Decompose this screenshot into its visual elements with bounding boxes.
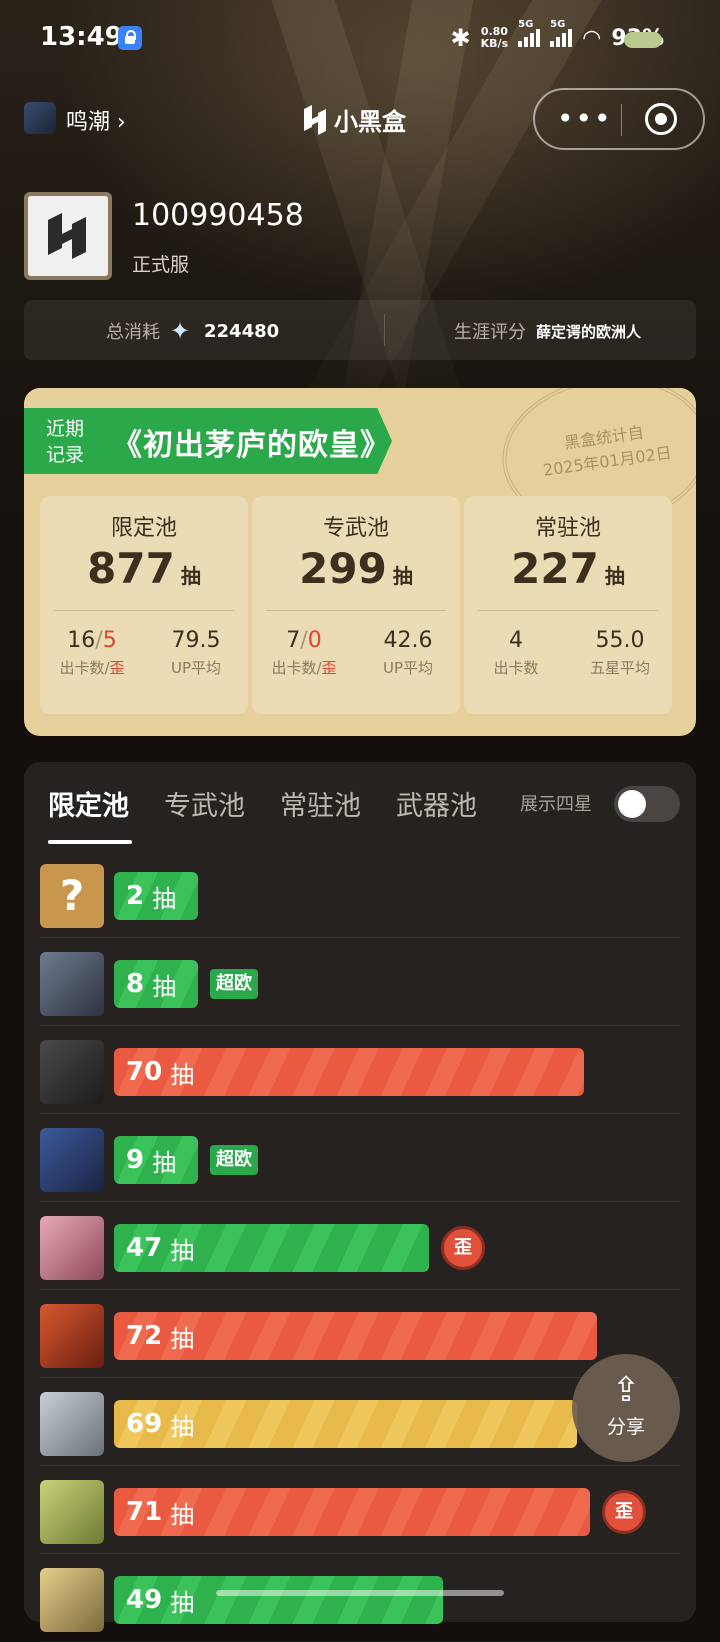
character-avatar <box>40 1040 104 1104</box>
pull-count-bar: 9抽 <box>114 1136 198 1184</box>
pull-count: 47 <box>126 1233 163 1263</box>
clock: 13:49 <box>40 22 123 52</box>
recent-record-card: 黑盒统计自 2025年01月02日 近期 记录 《初出茅庐的欧皇》 限定池 87… <box>24 388 696 736</box>
character-avatar <box>40 1216 104 1280</box>
pull-count-bar: 72 抽 <box>114 1312 597 1360</box>
pull-unit: 抽 <box>152 1148 177 1177</box>
wifi-icon: ◠ <box>582 25 602 51</box>
divider <box>384 314 385 346</box>
pull-count-bar: 71 抽 <box>114 1488 590 1536</box>
more-icon[interactable]: ••• <box>557 102 613 135</box>
pull-count: 49 <box>126 1585 163 1615</box>
pull-unit: 抽 <box>170 1324 195 1353</box>
pool-summary-standard: 常驻池 227 抽 4 出卡数 55.0 五星平均 <box>464 496 672 714</box>
career-label: 生涯评分 <box>454 322 526 343</box>
pool-tabs: 限定池 专武池 常驻池 武器池 展示四星 <box>24 762 696 852</box>
pull-count: 72 <box>126 1321 163 1351</box>
astrite-icon: ✦ <box>170 317 191 345</box>
total-value: 224480 <box>204 320 280 342</box>
character-avatar <box>40 1392 104 1456</box>
tab-weapon-pool[interactable]: 武器池 <box>396 784 477 823</box>
career-value: 薛定谔的欧洲人 <box>536 322 642 341</box>
user-avatar <box>24 192 112 280</box>
pull-row: 8 抽超欧 <box>40 938 680 1026</box>
pull-row: 72 抽 <box>40 1290 680 1378</box>
character-avatar <box>40 1128 104 1192</box>
tab-standard[interactable]: 常驻池 <box>280 784 361 823</box>
character-avatar <box>40 1304 104 1368</box>
user-id: 100990458 <box>132 198 304 233</box>
four-star-toggle[interactable] <box>614 786 680 822</box>
pull-unit: 抽 <box>170 1588 195 1617</box>
home-indicator <box>216 1590 504 1596</box>
pull-count: 69 <box>126 1409 163 1439</box>
total-label: 总消耗 <box>106 322 160 343</box>
pull-count-bar: 47 抽 <box>114 1224 429 1272</box>
signal-icon: 5G <box>550 19 573 47</box>
pull-count-bar: 70 抽 <box>114 1048 584 1096</box>
share-button[interactable]: ⇪ 分享 <box>572 1354 680 1462</box>
character-avatar <box>40 1568 104 1632</box>
lucky-badge: 超欧 <box>210 969 258 999</box>
achievement-title: 《初出茅庐的欧皇》 <box>112 428 391 463</box>
off-banner-badge: 歪 <box>602 1490 646 1534</box>
pull-count-bar: 49 抽 <box>114 1576 443 1624</box>
pull-unit: 抽 <box>170 1236 195 1265</box>
pull-row: 49 抽 <box>40 1554 680 1642</box>
character-avatar <box>40 1480 104 1544</box>
title-ribbon: 近期 记录 《初出茅庐的欧皇》 <box>24 408 412 474</box>
pull-row: ? 2 抽 <box>40 850 680 938</box>
pool-summary-weapon: 专武池 299 抽 7/0 出卡数/歪 42.6 UP平均 <box>252 496 460 714</box>
pull-unit: 抽 <box>170 1500 195 1529</box>
pull-count-bar: 2抽 <box>114 872 198 920</box>
weather-icon <box>624 32 662 48</box>
four-star-label: 展示四星 <box>520 794 592 815</box>
bluetooth-icon: ✱ <box>450 24 471 52</box>
pull-unit: 抽 <box>152 972 177 1001</box>
chevron-right-icon: › <box>117 110 126 135</box>
tab-limited[interactable]: 限定池 <box>48 784 129 823</box>
server-name: 正式服 <box>132 254 190 276</box>
recent-tag: 近期 记录 <box>46 418 85 466</box>
summary-bar: 总消耗 ✦ 224480 生涯评分 薛定谔的欧洲人 <box>24 300 696 360</box>
pull-row: 71 抽歪 <box>40 1466 680 1554</box>
pull-count-bar: 8抽 <box>114 960 198 1008</box>
capsule-divider <box>621 104 622 136</box>
off-banner-badge: 歪 <box>441 1226 485 1270</box>
status-bar: 13:49 ✱ 0.80 KB/s 5G 5G ◠ 93% <box>0 0 720 80</box>
lucky-badge: 超欧 <box>210 1145 258 1175</box>
pool-summary-limited: 限定池 877 抽 16/5 出卡数/歪 79.5 UP平均 <box>40 496 248 714</box>
heybox-logo-icon <box>304 104 326 135</box>
pull-history-panel: 限定池 专武池 常驻池 武器池 展示四星 ? 2 抽 8 抽超欧 70 抽 9 抽超欧 47 抽歪 7… <box>24 762 696 1642</box>
top-nav: 鸣潮 › 小黑盒 ••• <box>0 88 720 154</box>
lock-icon <box>118 26 142 50</box>
active-tab-indicator <box>48 840 132 844</box>
pull-unit: 抽 <box>170 1412 195 1441</box>
pull-unit: 抽 <box>152 884 177 913</box>
network-speed: 0.80 KB/s <box>480 25 509 50</box>
pull-count: 2 <box>126 881 145 911</box>
pull-count: 71 <box>126 1497 163 1527</box>
signal-icon: 5G <box>518 19 541 47</box>
tab-weapon[interactable]: 专武池 <box>164 784 245 823</box>
game-avatar[interactable] <box>24 102 56 134</box>
character-avatar <box>40 952 104 1016</box>
pull-unit: 抽 <box>170 1060 195 1089</box>
brand-title: 小黑盒 <box>302 102 406 137</box>
pull-row: 47 抽歪 <box>40 1202 680 1290</box>
pull-row: 70 抽 <box>40 1026 680 1114</box>
miniprogram-capsule: ••• <box>533 88 705 150</box>
pull-count: 70 <box>126 1057 163 1087</box>
heybox-logo-icon <box>48 213 86 259</box>
share-icon: ⇪ <box>611 1370 641 1410</box>
unknown-character-icon: ? <box>40 864 104 928</box>
pull-count-bar: 69 抽 <box>114 1400 577 1448</box>
close-miniprogram-icon[interactable] <box>645 103 677 135</box>
pull-count: 8 <box>126 969 145 999</box>
pull-count: 9 <box>126 1145 145 1175</box>
pull-row: 9 抽超欧 <box>40 1114 680 1202</box>
game-selector[interactable]: 鸣潮 › <box>66 104 126 136</box>
